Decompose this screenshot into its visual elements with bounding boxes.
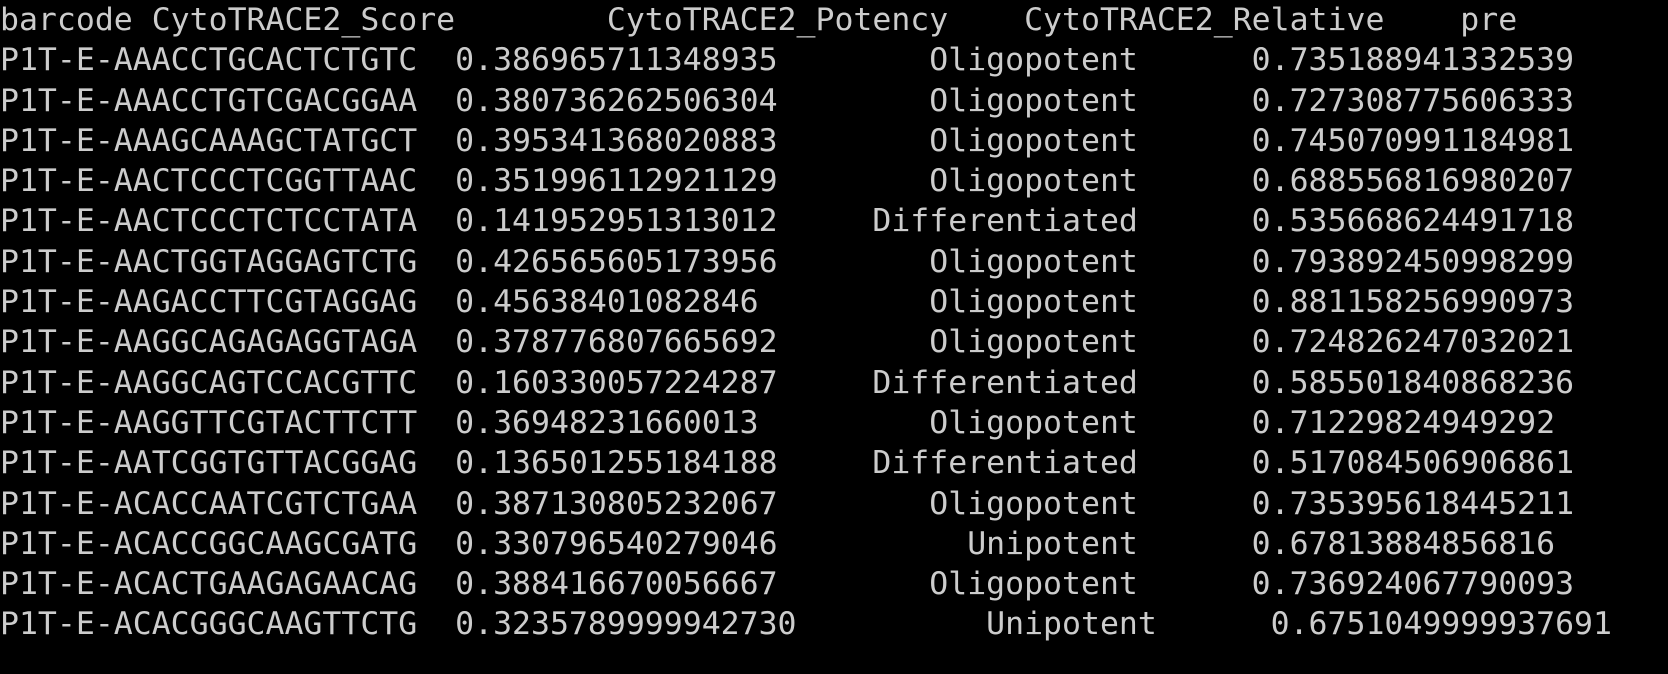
table-row: P1T-E-ACACCGGCAAGCGATG 0.330796540279046… (0, 525, 1556, 562)
table-row: P1T-E-ACACCAATCGTCTGAA 0.387130805232067… (0, 485, 1575, 522)
table-row: P1T-E-ACACTGAAGAGAACAG 0.388416670056667… (0, 566, 1575, 603)
table-row: P1T-E-AAGGCAGTCCACGTTC 0.160330057224287… (0, 364, 1575, 401)
table-row: P1T-E-AAGGCAGAGAGGTAGA 0.378776807665692… (0, 324, 1575, 361)
table-row: P1T-E-AAACCTGTCGACGGAA 0.380736262506304… (0, 82, 1575, 119)
table-row: P1T-E-AACTGGTAGGAGTCTG 0.426565605173956… (0, 243, 1575, 280)
table-row: P1T-E-AACTCCCTCGGTTAAC 0.351996112921129… (0, 163, 1575, 200)
table-row: P1T-E-AAACCTGCACTCTGTC 0.386965711348935… (0, 42, 1575, 79)
table-row: P1T-E-AACTCCCTCTCCTATA 0.141952951313012… (0, 203, 1575, 240)
table-row-clipped: P1T-E-ACACGGGCAAGTTCTG 0.323578999994273… (0, 606, 1612, 643)
table-row: P1T-E-AATCGGTGTTACGGAG 0.136501255184188… (0, 445, 1575, 482)
table-row: P1T-E-AAGGTTCGTACTTCTT 0.36948231660013 … (0, 404, 1556, 441)
table-row: P1T-E-AAGACCTTCGTAGGAG 0.45638401082846 … (0, 284, 1575, 321)
table-header-row: barcode CytoTRACE2_Score CytoTRACE2_Pote… (0, 2, 1518, 38)
table-row: P1T-E-AAAGCAAAGCTATGCT 0.395341368020883… (0, 122, 1575, 159)
terminal-output: barcode CytoTRACE2_Score CytoTRACE2_Pote… (0, 0, 1668, 674)
